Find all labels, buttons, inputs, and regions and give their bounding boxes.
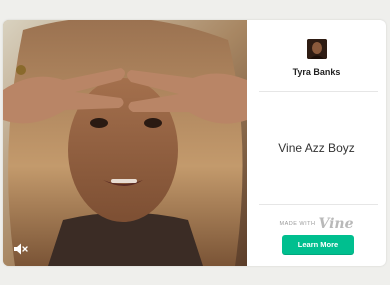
divider: [259, 204, 378, 205]
video-frame: [3, 20, 247, 266]
divider: [259, 91, 378, 92]
author-avatar-image: [307, 39, 327, 59]
mute-toggle-button[interactable]: [12, 241, 28, 257]
made-with-label: MADE WITH: [279, 221, 316, 227]
made-with-vine[interactable]: MADE WITH Vine: [247, 216, 386, 232]
vine-logo: Vine: [318, 216, 354, 232]
author-avatar[interactable]: [307, 39, 327, 59]
video-player[interactable]: [3, 20, 247, 266]
speaker-muted-icon: [14, 243, 28, 255]
vine-embed-card: Tyra Banks Vine Azz Boyz MADE WITH Vine …: [3, 20, 386, 266]
learn-more-button[interactable]: Learn More: [282, 235, 354, 255]
post-info-panel: Tyra Banks Vine Azz Boyz MADE WITH Vine …: [247, 20, 386, 266]
post-caption: Vine Azz Boyz: [278, 141, 355, 155]
author-name[interactable]: Tyra Banks: [247, 67, 386, 77]
